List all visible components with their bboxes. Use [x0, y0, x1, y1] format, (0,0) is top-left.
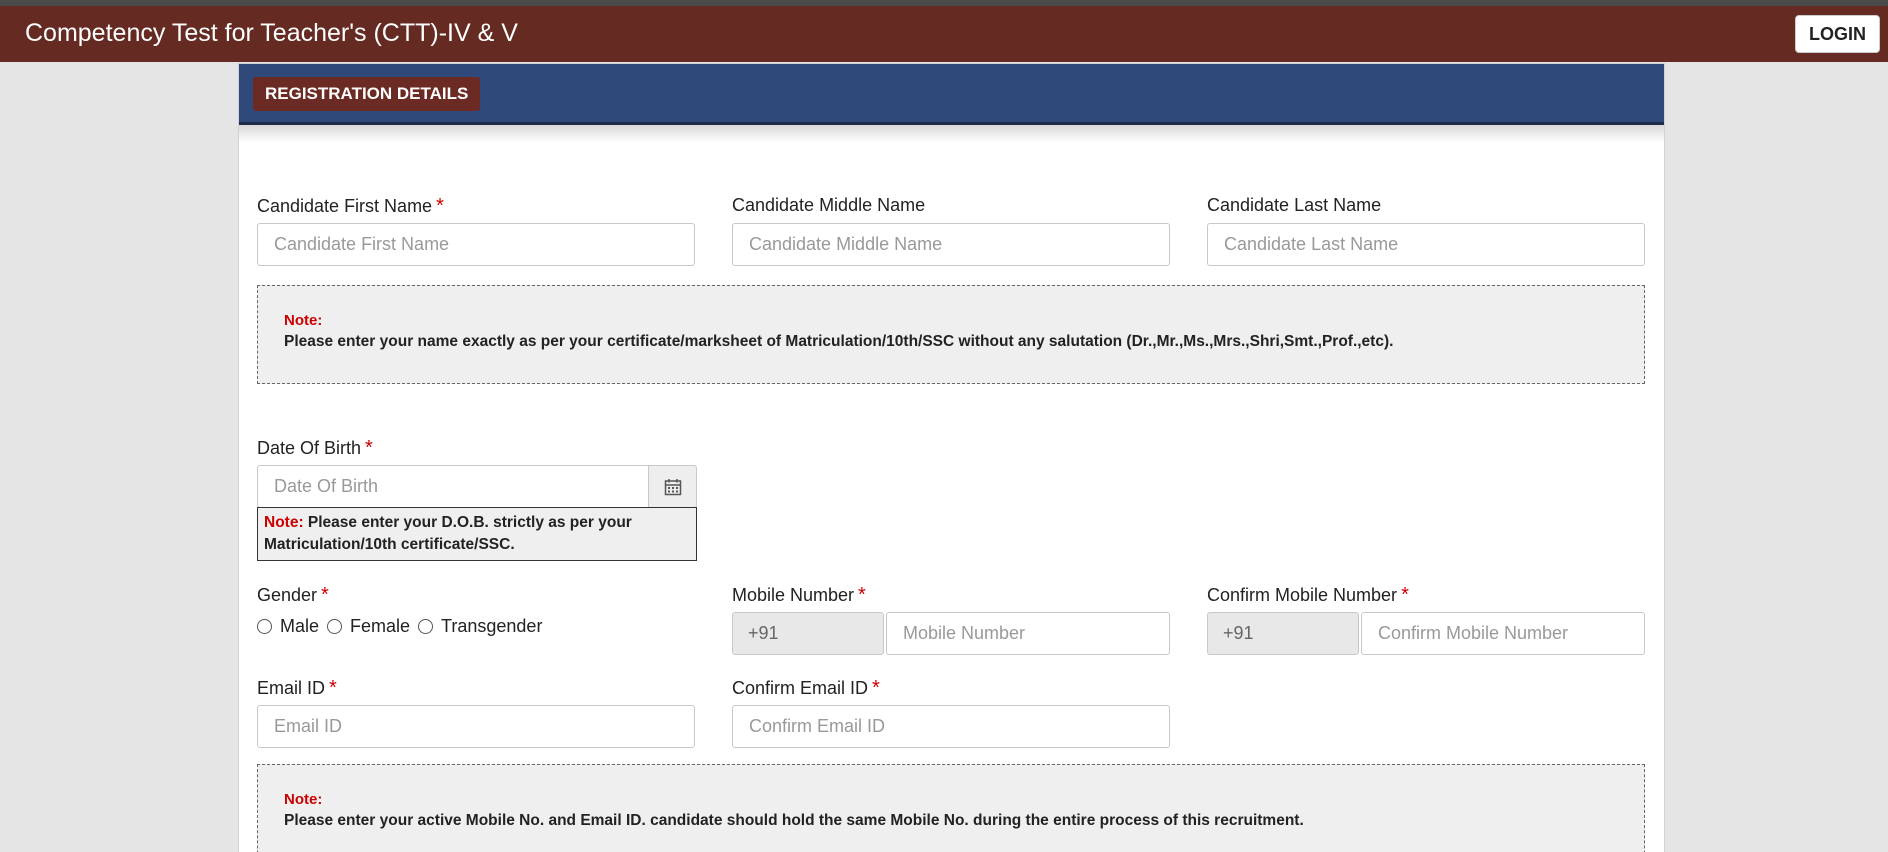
section-title: REGISTRATION DETAILS: [253, 77, 481, 111]
gender-radio-group: Male Female Transgender: [257, 616, 550, 637]
required-asterisk: *: [1401, 584, 1409, 606]
confirm-email-label: Confirm Email ID *: [732, 677, 880, 699]
note-text: Please enter your active Mobile No. and …: [284, 812, 1304, 829]
contact-note-box: Note: Please enter your active Mobile No…: [257, 764, 1645, 852]
mobile-input[interactable]: [886, 612, 1170, 655]
confirm-mobile-country-code: +91: [1207, 612, 1359, 655]
email-input[interactable]: [257, 705, 695, 748]
last-name-label: Candidate Last Name: [1207, 195, 1382, 215]
note-title: Note:: [284, 312, 323, 329]
mobile-label: Mobile Number *: [732, 584, 866, 606]
email-label: Email ID *: [257, 677, 337, 699]
top-navbar: Competency Test for Teacher's (CTT)-IV &…: [0, 0, 1888, 62]
gender-label: Gender *: [257, 584, 329, 606]
gender-transgender-label[interactable]: Transgender: [441, 616, 542, 637]
required-asterisk: *: [858, 584, 866, 606]
calendar-button[interactable]: [649, 465, 697, 508]
registration-card: REGISTRATION DETAILS Candidate First Nam…: [238, 63, 1665, 852]
middle-name-label: Candidate Middle Name: [732, 195, 926, 215]
name-note-box: Note: Please enter your name exactly as …: [257, 285, 1645, 384]
confirm-mobile-label: Confirm Mobile Number *: [1207, 584, 1409, 606]
gender-male-label[interactable]: Male: [280, 616, 319, 637]
note-text: Please enter your name exactly as per yo…: [284, 333, 1394, 350]
required-asterisk: *: [329, 677, 337, 699]
mobile-country-code: +91: [732, 612, 884, 655]
note-title: Note:: [284, 791, 323, 808]
login-button[interactable]: LOGIN: [1795, 15, 1880, 53]
dob-note: Note: Please enter your D.O.B. strictly …: [257, 507, 697, 561]
confirm-email-input[interactable]: [732, 705, 1170, 748]
first-name-label: Candidate First Name *: [257, 195, 444, 217]
card-header: REGISTRATION DETAILS: [239, 64, 1664, 125]
calendar-icon: [664, 478, 681, 495]
required-asterisk: *: [872, 677, 880, 699]
dob-input[interactable]: [257, 465, 649, 508]
first-name-input[interactable]: [257, 223, 695, 266]
gender-male-radio[interactable]: [257, 619, 272, 634]
middle-name-input[interactable]: [732, 223, 1170, 266]
gender-female-label[interactable]: Female: [350, 616, 410, 637]
required-asterisk: *: [365, 437, 373, 459]
gender-transgender-radio[interactable]: [418, 619, 434, 634]
required-asterisk: *: [321, 584, 329, 606]
header-divider: [239, 125, 1664, 143]
required-asterisk: *: [436, 195, 444, 217]
dob-label: Date Of Birth *: [257, 437, 373, 459]
confirm-mobile-input[interactable]: [1361, 612, 1645, 655]
app-title: Competency Test for Teacher's (CTT)-IV &…: [25, 19, 518, 47]
last-name-input[interactable]: [1207, 223, 1645, 266]
gender-female-radio[interactable]: [327, 619, 343, 634]
